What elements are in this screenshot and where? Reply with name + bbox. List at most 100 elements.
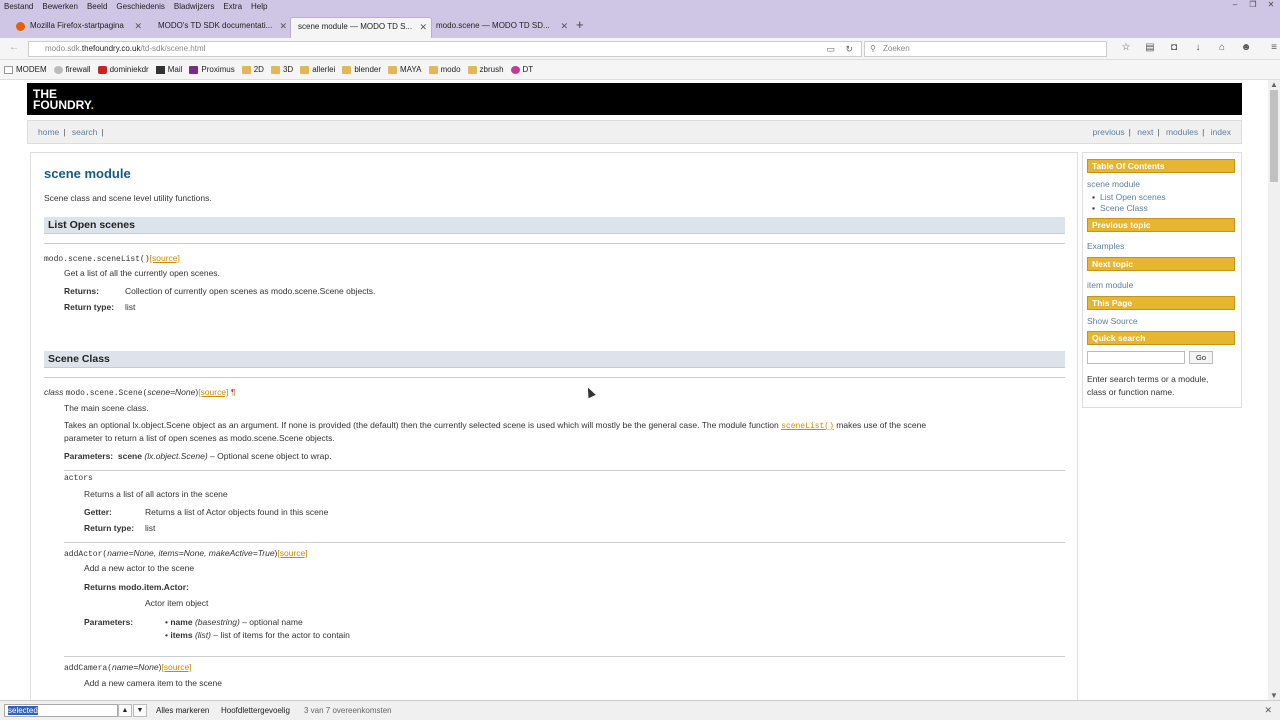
quick-search-input[interactable] (1087, 351, 1185, 364)
menu-help[interactable]: Help (251, 2, 267, 11)
page-content: THE FOUNDRY. home | search | previous | nex… (0, 80, 1268, 712)
source-link[interactable]: [source] (161, 662, 191, 672)
bookmark-modem[interactable]: MODEM (4, 65, 47, 74)
url-bar[interactable]: modo.sdk.thefoundry.co.uk/td-sdk/scene.h… (28, 41, 862, 57)
minimize-icon[interactable]: – (1226, 0, 1244, 9)
go-button[interactable]: Go (1189, 351, 1213, 364)
back-icon[interactable]: ← (9, 42, 19, 53)
modules-link[interactable]: modules (1166, 127, 1198, 137)
close-window-icon[interactable]: ✕ (1262, 0, 1280, 9)
menu-bestand[interactable]: Bestand (4, 2, 33, 11)
find-previous-button[interactable]: ▲ (118, 704, 132, 717)
close-tab-icon[interactable]: ✕ (279, 17, 287, 35)
previous-topic-link[interactable]: Examples (1087, 241, 1124, 251)
close-tab-icon[interactable]: ✕ (134, 17, 142, 35)
reader-view-icon[interactable]: ▭ (826, 42, 835, 56)
index-link[interactable]: index (1211, 127, 1231, 137)
close-find-bar-icon[interactable]: ✕ (1264, 705, 1272, 716)
find-input[interactable]: selected (4, 704, 118, 717)
param-description: – list of items for the actor to contain (211, 630, 350, 640)
scenelist-link[interactable]: sceneList() (781, 422, 834, 431)
folder-icon (270, 65, 280, 74)
next-topic-link[interactable]: item module (1087, 280, 1133, 290)
class-description: The main scene class. (64, 403, 149, 413)
close-tab-icon[interactable]: ✕ (419, 18, 427, 36)
tab-modo-scene[interactable]: modo.scene — MODO TD SD... ✕ (432, 17, 572, 38)
param-name: scene (117, 451, 142, 461)
find-status: 3 van 7 overeenkomsten (304, 706, 392, 715)
show-source-link[interactable]: Show Source (1087, 316, 1138, 326)
toc-link-scene-module[interactable]: scene module (1087, 179, 1140, 189)
bookmark-dominiekdr[interactable]: dominiekdr (97, 65, 149, 74)
previous-link[interactable]: previous (1093, 127, 1125, 137)
close-tab-icon[interactable]: ✕ (560, 17, 568, 35)
logo-line2: FOUNDRY (33, 98, 91, 112)
toc-link-scene-class[interactable]: Scene Class (1100, 203, 1148, 213)
find-next-button[interactable]: ▼ (133, 704, 147, 717)
bookmark-2d[interactable]: 2D (241, 65, 264, 74)
scroll-thumb[interactable] (1270, 90, 1278, 182)
return-type-value: list (145, 523, 156, 533)
bookmark-label: MAYA (400, 65, 422, 74)
download-icon[interactable]: ↓ (1186, 42, 1210, 53)
bookmark-modo[interactable]: modo (428, 65, 461, 74)
hamburger-menu-icon[interactable]: ≡ (1262, 42, 1280, 53)
bookmark-mail[interactable]: Mail (155, 65, 182, 74)
this-page-heading: This Page (1087, 296, 1235, 310)
bookmark-label: firewall (65, 65, 91, 74)
restore-icon[interactable]: ❐ (1244, 0, 1262, 9)
tab-firefox-start[interactable]: Mozilla Firefox-startpagina ✕ (0, 17, 146, 38)
menu-bladwijzers[interactable]: Bladwijzers (174, 2, 214, 11)
toc-link-list-open-scenes[interactable]: List Open scenes (1100, 192, 1166, 202)
bookmark-blender[interactable]: blender (342, 65, 381, 74)
folder-icon (241, 65, 251, 74)
bookmark-firewall[interactable]: firewall (53, 65, 91, 74)
source-link[interactable]: [source] (277, 548, 307, 558)
highlight-all-toggle[interactable]: Alles markeren (156, 706, 209, 715)
module-intro: Scene class and scene level utility func… (44, 193, 212, 203)
bookmark-allerlei[interactable]: allerlei (300, 65, 335, 74)
foundry-logo[interactable]: THE FOUNDRY. (33, 88, 1242, 112)
menu-bewerken[interactable]: Bewerken (42, 2, 78, 11)
menu-geschiedenis[interactable]: Geschiedenis (116, 2, 164, 11)
home-icon[interactable]: ⌂ (1210, 42, 1234, 53)
tab-modo-sdk-docs[interactable]: MODO's TD SDK documentati... ✕ (146, 17, 291, 38)
source-link[interactable]: [source] (150, 253, 180, 263)
scroll-down-icon[interactable]: ▼ (1270, 691, 1278, 700)
scroll-up-icon[interactable]: ▲ (1270, 80, 1278, 89)
bookmark-dt[interactable]: DT (510, 65, 534, 74)
pocket-icon[interactable]: ◘ (1162, 42, 1186, 53)
reload-icon[interactable]: ↻ (845, 42, 853, 56)
search-link[interactable]: search (72, 127, 98, 137)
bookmarks-list-icon[interactable]: ▤ (1138, 42, 1162, 53)
vertical-scrollbar[interactable]: ▲ ▼ (1268, 80, 1280, 700)
menu-bar: Bestand Bewerken Beeld Geschiedenis Blad… (0, 0, 1280, 13)
search-input[interactable]: ⚲ Zoeken (864, 41, 1107, 57)
bookmark-star-icon[interactable]: ☆ (1114, 42, 1138, 53)
home-link[interactable]: home (38, 127, 59, 137)
source-link[interactable]: [source] (198, 387, 228, 397)
new-tab-icon[interactable]: + (576, 17, 584, 32)
bookmark-3d[interactable]: 3D (270, 65, 293, 74)
nav-bar: ← modo.sdk.thefoundry.co.uk/td-sdk/scene… (0, 38, 1280, 60)
globe-icon (53, 65, 63, 74)
bookmark-proximus[interactable]: Proximus (189, 65, 235, 74)
match-case-toggle[interactable]: Hoofdlettergevoelig (221, 706, 290, 715)
bookmark-maya[interactable]: MAYA (388, 65, 422, 74)
menu-extra[interactable]: Extra (223, 2, 242, 11)
next-link[interactable]: next (1137, 127, 1153, 137)
bookmark-zbrush[interactable]: zbrush (467, 65, 504, 74)
tab-scene-module[interactable]: scene module — MODO TD S... ✕ (290, 17, 432, 38)
param-type: (lx.object.Scene) (144, 451, 208, 461)
addactor-signature: addActor(name=None, items=None, makeActi… (64, 548, 308, 559)
divider (44, 377, 1065, 378)
menu-beeld[interactable]: Beeld (87, 2, 107, 11)
chat-icon[interactable]: ☻ (1234, 42, 1258, 53)
youtube-icon (97, 65, 107, 74)
param-description: – optional name (239, 617, 303, 627)
returns-actor-value: Actor item object (145, 598, 209, 608)
bookmark-label: DT (522, 65, 534, 74)
actors-description: Returns a list of all actors in the scen… (84, 489, 228, 499)
circle-icon (510, 65, 520, 74)
permalink-icon[interactable]: ¶ (231, 387, 236, 397)
